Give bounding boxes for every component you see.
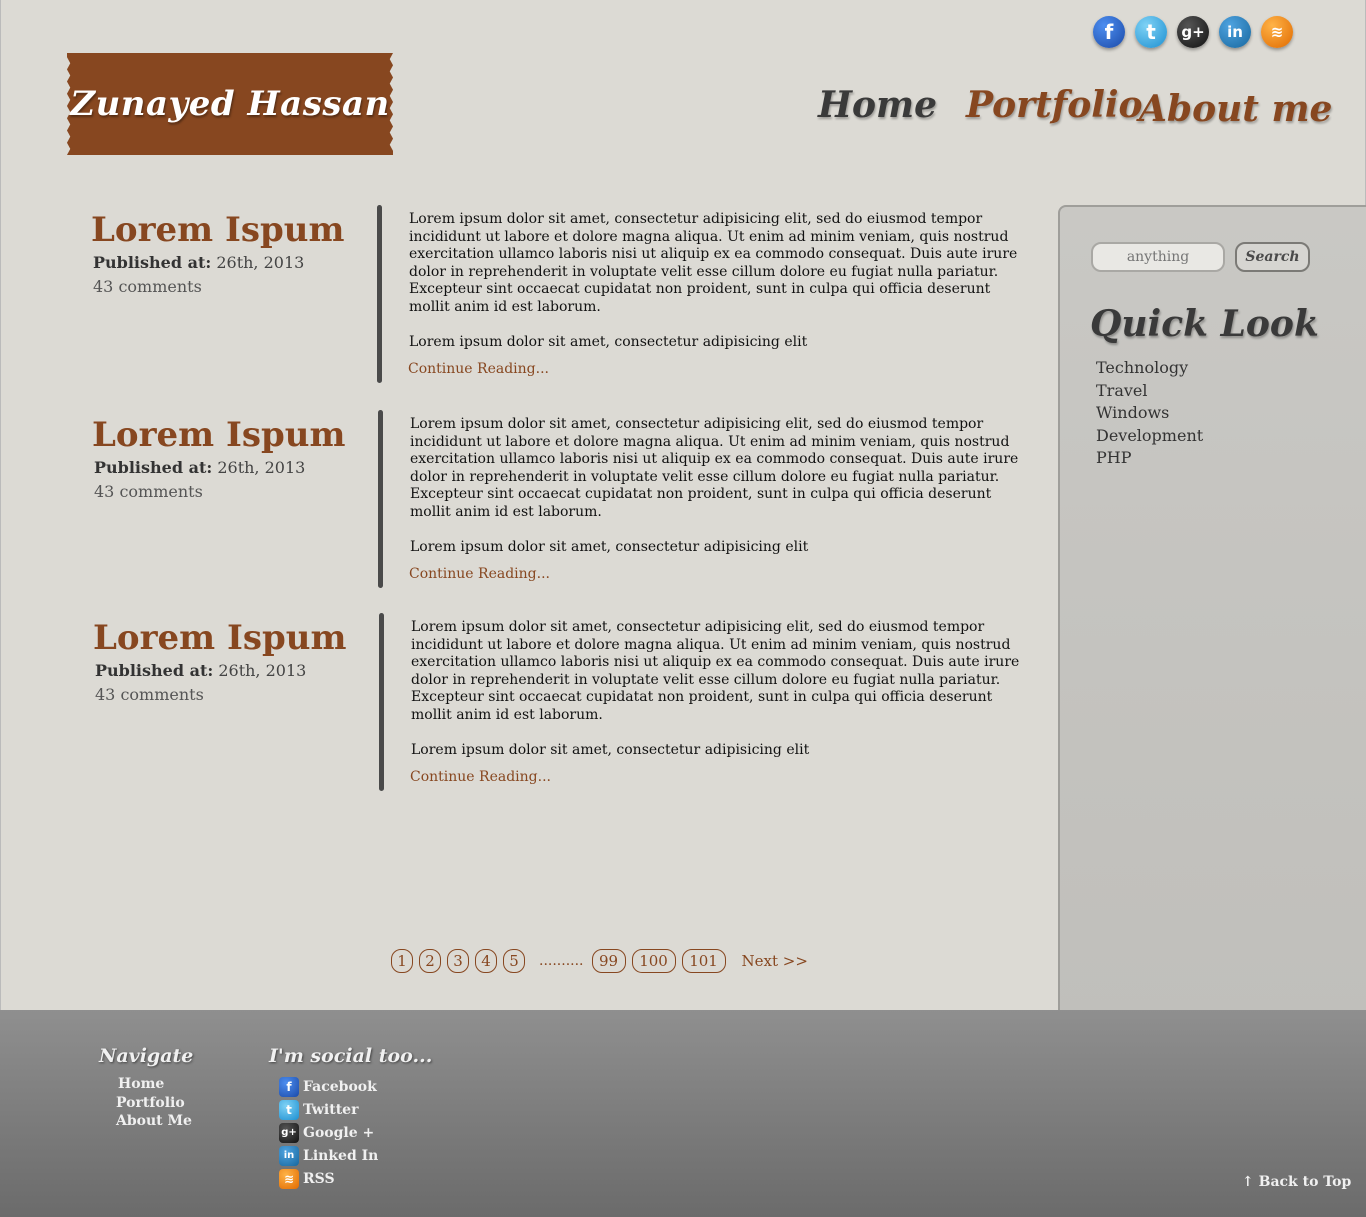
post-published: Published at: 26th, 2013 <box>95 661 306 680</box>
post-body: Lorem ipsum dolor sit amet, consectetur … <box>409 211 1021 370</box>
footer-link-portfolio[interactable]: Portfolio <box>116 1094 192 1113</box>
page-link[interactable]: 3 <box>447 949 469 973</box>
footer-social-facebook[interactable]: f Facebook <box>279 1075 378 1098</box>
footer-social-twitter[interactable]: t Twitter <box>279 1098 378 1121</box>
twitter-icon: t <box>279 1099 299 1120</box>
page-link[interactable]: 4 <box>475 949 497 973</box>
page-link[interactable]: 1 <box>391 949 413 973</box>
post-body: Lorem ipsum dolor sit amet, consectetur … <box>410 416 1022 575</box>
post-comments[interactable]: 43 comments <box>94 482 203 501</box>
post-comments[interactable]: 43 comments <box>93 277 202 296</box>
post-title[interactable]: Lorem Ispum <box>92 415 345 455</box>
blog-post: Lorem Ispum Published at: 26th, 2013 43 … <box>0 613 1040 793</box>
post-comments[interactable]: 43 comments <box>95 685 204 704</box>
search-input[interactable] <box>1091 242 1225 272</box>
footer-social-list: f Facebook t Twitter g+ Google + in Linked I… <box>279 1075 378 1190</box>
footer-social-linkedin[interactable]: in Linked In <box>279 1144 378 1167</box>
rss-icon: ≋ <box>279 1168 299 1189</box>
social-icons-top: f t g+ in ≋ <box>1093 16 1293 48</box>
nav-home[interactable]: Home <box>818 84 937 126</box>
post-paragraph: Lorem ipsum dolor sit amet, consectetur … <box>410 416 1019 520</box>
post-title[interactable]: Lorem Ispum <box>93 618 346 658</box>
category-windows[interactable]: Windows <box>1096 402 1203 425</box>
category-technology[interactable]: Technology <box>1096 357 1203 380</box>
back-to-top-link[interactable]: ↑ Back to Top <box>1242 1174 1351 1190</box>
published-label: Published at: <box>95 661 214 680</box>
footer-navigate-title: Navigate <box>99 1045 194 1067</box>
post-divider <box>377 205 382 383</box>
footer-social-google-plus[interactable]: g+ Google + <box>279 1121 378 1144</box>
footer-link-home[interactable]: Home <box>116 1075 192 1094</box>
post-paragraph: Lorem ipsum dolor sit amet, consectetur … <box>410 539 809 555</box>
page-link[interactable]: 5 <box>503 949 525 973</box>
pagination-ellipsis: .......... <box>539 953 584 969</box>
post-paragraph: Lorem ipsum dolor sit amet, consectetur … <box>411 619 1020 723</box>
page-link[interactable]: 100 <box>631 949 676 973</box>
post-title[interactable]: Lorem Ispum <box>91 210 344 250</box>
quick-look-list: Technology Travel Windows Development PH… <box>1096 357 1203 470</box>
blog-post: Lorem Ispum Published at: 26th, 2013 43 … <box>0 410 1040 590</box>
arrow-up-icon: ↑ <box>1242 1174 1254 1190</box>
post-paragraph: Lorem ipsum dolor sit amet, consectetur … <box>409 334 808 350</box>
page-link[interactable]: 2 <box>419 949 441 973</box>
back-to-top-label: Back to Top <box>1258 1174 1352 1190</box>
post-paragraph: Lorem ipsum dolor sit amet, consectetur … <box>411 742 810 758</box>
post-paragraph: Lorem ipsum dolor sit amet, consectetur … <box>409 211 1018 315</box>
continue-reading-link[interactable]: Continue Reading... <box>408 361 549 377</box>
facebook-icon: f <box>279 1076 299 1097</box>
footer <box>0 1010 1366 1217</box>
footer-social-title: I'm social too... <box>269 1045 433 1067</box>
published-date: 26th, 2013 <box>213 661 307 680</box>
page-link[interactable]: 99 <box>591 949 626 973</box>
google-plus-icon: g+ <box>279 1122 299 1143</box>
site-logo-text: Zunayed Hassan <box>70 84 390 124</box>
post-published: Published at: 26th, 2013 <box>94 458 305 477</box>
post-body: Lorem ipsum dolor sit amet, consectetur … <box>411 619 1023 778</box>
site-logo[interactable]: Zunayed Hassan <box>67 53 393 155</box>
google-plus-icon[interactable]: g+ <box>1177 16 1209 48</box>
published-date: 26th, 2013 <box>212 458 306 477</box>
post-divider <box>378 410 383 588</box>
page-link[interactable]: 101 <box>681 949 726 973</box>
search-button[interactable]: Search <box>1235 242 1310 272</box>
continue-reading-link[interactable]: Continue Reading... <box>410 769 551 785</box>
nav-about-me[interactable]: About me <box>1139 88 1332 130</box>
footer-nav: Home Portfolio About Me <box>116 1075 192 1131</box>
twitter-icon[interactable]: t <box>1135 16 1167 48</box>
rss-icon[interactable]: ≋ <box>1261 16 1293 48</box>
published-label: Published at: <box>93 253 212 272</box>
linkedin-icon: in <box>279 1145 299 1166</box>
facebook-icon[interactable]: f <box>1093 16 1125 48</box>
nav-portfolio[interactable]: Portfolio <box>966 84 1143 126</box>
quick-look-title: Quick Look <box>1090 303 1319 345</box>
category-php[interactable]: PHP <box>1096 447 1203 470</box>
linkedin-icon[interactable]: in <box>1219 16 1251 48</box>
footer-link-about[interactable]: About Me <box>116 1112 192 1131</box>
published-date: 26th, 2013 <box>211 253 305 272</box>
pagination: 1 2 3 4 5 .......... 99 100 101 Next >> <box>391 949 808 973</box>
next-page-link[interactable]: Next >> <box>742 952 808 970</box>
footer-social-rss[interactable]: ≋ RSS <box>279 1167 378 1190</box>
blog-post: Lorem Ispum Published at: 26th, 2013 43 … <box>0 205 1040 385</box>
footer-social-label: Facebook <box>303 1078 377 1095</box>
category-travel[interactable]: Travel <box>1096 380 1203 403</box>
published-label: Published at: <box>94 458 213 477</box>
footer-social-label: Linked In <box>303 1147 379 1164</box>
footer-social-label: Google + <box>303 1124 375 1141</box>
footer-social-label: Twitter <box>303 1101 359 1118</box>
footer-social-label: RSS <box>303 1170 335 1187</box>
post-divider <box>379 613 384 791</box>
continue-reading-link[interactable]: Continue Reading... <box>409 566 550 582</box>
post-published: Published at: 26th, 2013 <box>93 253 304 272</box>
category-development[interactable]: Development <box>1096 425 1203 448</box>
